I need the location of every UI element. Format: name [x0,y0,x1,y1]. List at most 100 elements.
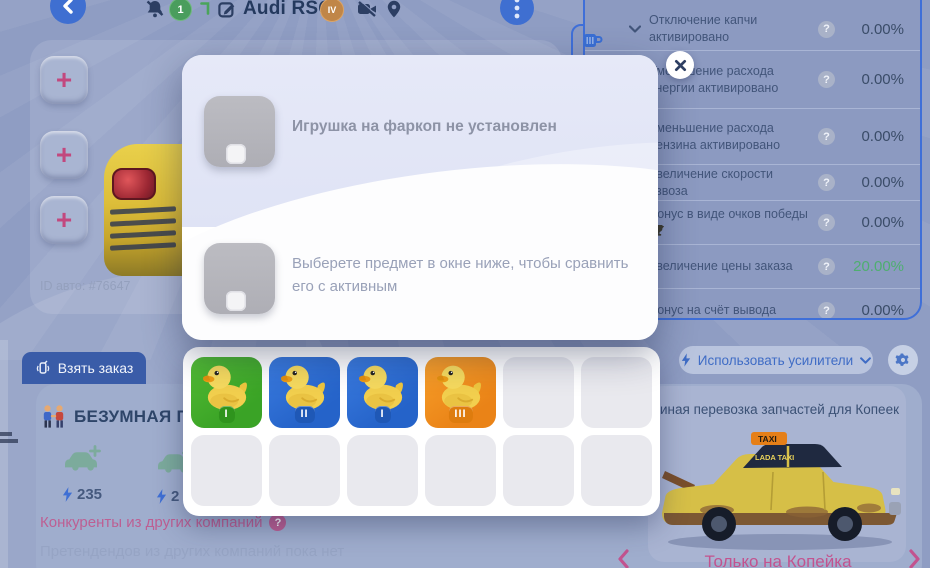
edge-artifact [0,430,26,446]
chevron-down-icon[interactable] [629,25,645,33]
vent-slat [110,242,176,250]
help-icon[interactable]: ? [269,514,286,531]
booster-row[interactable]: Отключение капчи активировано? 0.00% [585,8,920,50]
modal-title: Игрушка на фаркоп не установлен [292,118,642,136]
booster-label: Уменьшение расхода бензина активировано [649,120,818,154]
competitors-empty-label: Претендендов из других компаний пока нет [40,543,344,560]
take-order-tab[interactable]: Взять заказ [22,352,146,384]
help-icon[interactable]: ? [818,71,835,88]
chevron-left-icon [616,549,630,568]
booster-value: 0.00% [844,174,904,191]
booster-value: 0.00% [844,214,904,231]
competitors-row: Конкуренты из других компаний ? [40,514,286,531]
booster-value: 0.00% [844,21,904,38]
booster-label: Увеличение цены заказа [649,258,818,275]
gear-icon [894,351,912,369]
tier-badge: I [374,406,390,423]
take-order-label: Взять заказ [58,360,134,376]
booster-label: Бонус в виде очков победы [649,206,818,240]
left-edge-strip [0,340,8,568]
footer-filter-label: Только на Копейка [650,552,906,568]
competitors-label: Конкуренты из других компаний [40,514,262,531]
energy-stat-1: 235 [62,486,102,503]
inventory-item-duck-blue[interactable]: I [347,357,418,428]
kebab-dots-icon [514,0,520,20]
booster-label: Бонус на счёт вывода [649,302,818,319]
taxi-image: LADA TAXI TAXI [655,424,905,561]
vehicle-id-label: ID авто: #76647 [40,279,131,293]
game-screen: + + + ID авто: #76647 1 Audi RSQ IV Откл… [0,0,930,568]
car-plus-icon [62,443,104,480]
booster-label: Отключение капчи активировано [649,12,818,46]
energy-stat-2: 2 [156,488,179,505]
order-title: БЕЗУМНАЯ ПЕ [74,407,201,427]
help-icon[interactable]: ? [818,128,835,145]
vent-slat [110,206,176,214]
booster-value: 0.00% [844,71,904,88]
add-slot-button-3[interactable]: + [40,196,88,244]
settings-button[interactable] [888,345,918,375]
inventory-slot-empty [347,435,418,506]
inventory-slot-empty [425,435,496,506]
next-arrow-button[interactable] [908,549,922,568]
taillight [112,168,156,200]
help-icon[interactable]: ? [818,302,835,319]
compare-item-modal: Игрушка на фаркоп не установлен Выберете… [182,55,658,340]
edit-icon[interactable] [218,0,236,18]
inventory-item-duck-green[interactable]: I [191,357,262,428]
back-button[interactable] [50,0,86,24]
taxi-roof-sign-label: TAXI [758,434,777,444]
inventory-slot-empty [581,357,652,428]
inventory-slot-empty [503,435,574,506]
add-slot-button-1[interactable]: + [40,56,88,104]
help-icon[interactable]: ? [818,258,835,275]
inventory-grid: IIIIIII [183,347,660,516]
chevron-down-icon [860,357,871,364]
level-badge: 1 [169,0,192,21]
vent-slat [110,218,176,226]
tier-badge: II [294,406,314,423]
lightning-icon [156,489,167,504]
booster-value: 0.00% [844,302,904,319]
help-icon[interactable]: ? [818,21,835,38]
tier-badge: I [218,406,234,423]
taxi-windshield-label: LADA TAXI [755,453,794,462]
lightning-icon [62,487,73,502]
active-item-placeholder [204,96,275,167]
booster-value: 20.00% [844,258,904,275]
bracket-icon[interactable] [200,2,210,15]
help-icon[interactable]: ? [818,214,835,231]
inventory-item-duck-blue[interactable]: II [269,357,340,428]
location-pin-icon[interactable] [387,0,401,18]
inventory-item-duck-orange[interactable]: III [425,357,496,428]
compare-item-placeholder [204,243,275,314]
modal-hint: Выберете предмет в окне ниже, чтобы срав… [292,253,637,298]
use-boosters-button[interactable]: Использовать усилители [679,346,873,374]
stat-value: 235 [77,486,102,503]
bell-slash-icon[interactable] [146,0,165,18]
inventory-slot-empty [503,357,574,428]
lightning-icon [681,353,691,367]
radio-icon [35,360,51,376]
kebab-menu-button[interactable] [500,0,534,25]
tier-badge: III [448,406,472,423]
passengers-icon [40,404,67,434]
help-icon[interactable]: ? [818,174,835,191]
prev-arrow-button[interactable] [616,549,630,568]
video-slash-icon[interactable] [357,1,377,17]
vent-slat [110,230,176,238]
chevron-left-icon [61,0,75,15]
stat-value: 2 [171,488,179,505]
inventory-slot-empty [581,435,652,506]
item-sub-slot [226,291,246,311]
close-icon [674,59,687,72]
booster-label: Увеличение скорости извоза [649,166,818,200]
add-slot-button-2[interactable]: + [40,131,88,179]
inventory-slot-empty [191,435,262,506]
mug-icon [583,31,603,54]
order-description: иная перевозка запчастей для Копеек [660,402,906,417]
close-modal-button[interactable] [666,51,694,79]
inventory-slot-empty [269,435,340,506]
rank-badge: IV [320,0,344,22]
chevron-right-icon [908,549,922,568]
